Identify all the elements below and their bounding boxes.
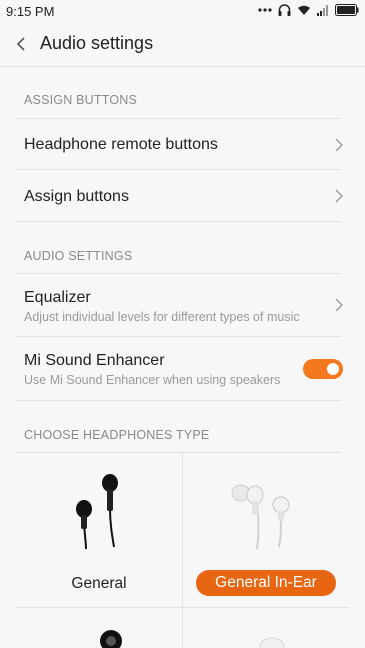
battery-icon <box>335 4 359 16</box>
section-header-assign-buttons: ASSIGN BUTTONS <box>24 93 138 107</box>
wifi-icon <box>297 4 311 16</box>
headphone-black-icon <box>100 630 122 648</box>
status-bar: 9:15 PM <box>0 0 365 22</box>
chevron-right-icon <box>335 298 343 312</box>
headphone-option-general[interactable]: General <box>16 453 182 607</box>
signal-icon <box>317 4 329 16</box>
mi-sound-enhancer-toggle[interactable] <box>303 359 343 379</box>
status-icons <box>258 3 359 17</box>
assign-buttons-row[interactable]: Assign buttons <box>0 170 365 221</box>
headphone-remote-buttons-row[interactable]: Headphone remote buttons <box>0 119 365 169</box>
row-label: Headphone remote buttons <box>24 136 218 153</box>
headphone-option-label: General <box>71 575 127 592</box>
earbuds-white-icon <box>231 484 290 550</box>
headphone-option-partial-left[interactable] <box>16 608 182 648</box>
row-label: Assign buttons <box>24 188 129 205</box>
back-chevron-icon <box>16 37 25 51</box>
back-button[interactable] <box>12 34 32 54</box>
page-title: Audio settings <box>40 33 154 53</box>
headphone-option-general-in-ear[interactable]: General In-Ear <box>183 453 349 607</box>
earbuds-black-icon <box>76 474 118 550</box>
section-header-audio-settings: AUDIO SETTINGS <box>24 249 133 263</box>
section-header-headphones-type: CHOOSE HEADPHONES TYPE <box>24 428 210 442</box>
mi-sound-enhancer-subtitle: Use Mi Sound Enhancer when using speaker… <box>24 373 281 387</box>
toggle-knob <box>327 363 339 375</box>
equalizer-subtitle: Adjust individual levels for different t… <box>24 310 300 324</box>
equalizer-row[interactable]: Equalizer Adjust individual levels for d… <box>0 274 365 336</box>
divider <box>16 400 341 401</box>
headphone-icon <box>278 3 291 17</box>
mi-sound-enhancer-row: Mi Sound Enhancer Use Mi Sound Enhancer … <box>0 337 365 400</box>
divider <box>16 221 341 222</box>
chevron-right-icon <box>335 138 343 152</box>
mi-sound-enhancer-label: Mi Sound Enhancer <box>24 352 165 369</box>
headphone-white-icon <box>259 637 285 648</box>
headphone-option-partial-right[interactable] <box>183 608 349 648</box>
chevron-right-icon <box>335 189 343 203</box>
status-time: 9:15 PM <box>6 4 55 19</box>
headphone-option-label-selected: General In-Ear <box>196 570 336 596</box>
equalizer-label: Equalizer <box>24 289 91 306</box>
title-bar: Audio settings <box>0 22 365 67</box>
more-dots-icon <box>258 3 272 17</box>
